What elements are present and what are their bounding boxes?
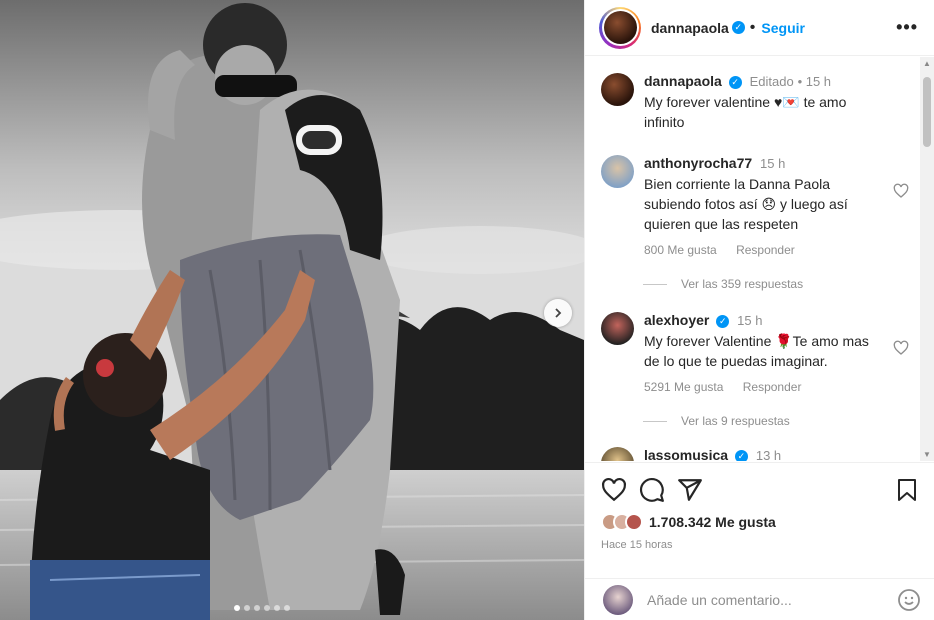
caption-time: 15 h bbox=[805, 74, 832, 89]
post-panel: dannapaola ✓ • Seguir ••• dannapaola ✓ E… bbox=[584, 0, 934, 620]
comment-like-heart-icon[interactable] bbox=[893, 183, 909, 199]
reply-button[interactable]: Responder bbox=[736, 243, 795, 257]
post-header: dannapaola ✓ • Seguir ••• bbox=[585, 0, 934, 56]
scrollbar-thumb[interactable] bbox=[923, 77, 931, 147]
avatar bbox=[603, 11, 637, 44]
avatar bbox=[603, 584, 633, 615]
comment-likes[interactable]: 5291 Me gusta bbox=[644, 380, 723, 394]
comment-input[interactable]: Añade un comentario... bbox=[647, 592, 897, 608]
avatar[interactable] bbox=[601, 312, 634, 345]
caption: dannapaola ✓ Editado • 15 h My forever v… bbox=[601, 71, 909, 132]
avatar[interactable] bbox=[601, 73, 634, 106]
carousel-dot bbox=[244, 605, 250, 611]
post-photo bbox=[0, 0, 584, 620]
comment-username[interactable]: lassomusica bbox=[644, 447, 728, 461]
comment-username[interactable]: alexhoyer bbox=[644, 312, 709, 328]
follow-button[interactable]: Seguir bbox=[761, 20, 805, 36]
liker-avatars[interactable] bbox=[601, 513, 643, 531]
comment-time: 13 h bbox=[755, 448, 782, 461]
carousel-indicator bbox=[234, 605, 290, 611]
avatar[interactable] bbox=[601, 447, 634, 461]
verified-badge-icon: ✓ bbox=[728, 75, 742, 89]
post-actions: 1.708.342 Me gusta Hace 15 horas bbox=[585, 462, 934, 551]
more-options-icon[interactable]: ••• bbox=[896, 17, 918, 38]
caption-username[interactable]: dannapaola bbox=[644, 73, 722, 89]
heart-icon[interactable] bbox=[601, 477, 627, 503]
carousel-dot bbox=[234, 605, 240, 611]
add-comment-bar: Añade un comentario... bbox=[585, 578, 934, 620]
carousel-dot bbox=[284, 605, 290, 611]
carousel-dot bbox=[264, 605, 270, 611]
likes-count[interactable]: 1.708.342 Me gusta bbox=[649, 514, 776, 530]
emoji-icon[interactable] bbox=[897, 588, 921, 612]
comment-time: 15 h bbox=[737, 313, 763, 328]
comment-item: anthonyrocha77 15 h Bien corriente la Da… bbox=[601, 153, 909, 260]
carousel-dot bbox=[274, 605, 280, 611]
verified-badge-icon: ✓ bbox=[734, 449, 748, 461]
caption-text-line2: infinito bbox=[644, 114, 685, 130]
caption-text-line1: My forever valentine ♥💌 te amo bbox=[644, 94, 847, 110]
comment-text: subiendo fotos así 😞 y luego así bbox=[644, 196, 848, 212]
bookmark-icon[interactable] bbox=[895, 477, 919, 503]
story-ring[interactable] bbox=[599, 6, 641, 49]
edited-label: Editado bbox=[749, 74, 794, 89]
view-replies-button[interactable]: Ver las 9 respuestas bbox=[643, 414, 790, 428]
header-username[interactable]: dannapaola bbox=[651, 20, 729, 36]
reply-button[interactable]: Responder bbox=[743, 380, 802, 394]
scrollbar[interactable]: ▲ ▼ bbox=[920, 57, 934, 461]
comment-icon[interactable] bbox=[639, 477, 665, 503]
view-replies-button[interactable]: Ver las 359 respuestas bbox=[643, 277, 803, 291]
post-time[interactable]: Hace 15 horas bbox=[601, 539, 919, 551]
comment-item: alexhoyer ✓ 15 h My forever Valentine 🌹T… bbox=[601, 310, 909, 397]
comment-like-heart-icon[interactable] bbox=[893, 340, 909, 356]
comment-username[interactable]: anthonyrocha77 bbox=[644, 155, 752, 171]
comment-likes[interactable]: 800 Me gusta bbox=[644, 243, 717, 257]
comment-text: Bien corriente la Danna Paola bbox=[644, 176, 831, 192]
next-slide-button[interactable] bbox=[544, 299, 572, 327]
comments-list[interactable]: dannapaola ✓ Editado • 15 h My forever v… bbox=[585, 57, 921, 461]
share-icon[interactable] bbox=[677, 477, 703, 503]
post-media[interactable] bbox=[0, 0, 584, 620]
verified-badge-icon: ✓ bbox=[716, 314, 730, 328]
comment-item: lassomusica ✓ 13 h bbox=[601, 445, 909, 461]
comment-text: de lo que te puedas imaginar. bbox=[644, 353, 828, 369]
carousel-dot bbox=[254, 605, 260, 611]
comment-time: 15 h bbox=[760, 156, 786, 171]
comment-text: quieren que las respeten bbox=[644, 216, 799, 232]
chevron-right-icon bbox=[555, 308, 562, 318]
comment-text: My forever Valentine 🌹Te amo mas bbox=[644, 333, 869, 349]
avatar[interactable] bbox=[601, 155, 634, 188]
verified-badge-icon: ✓ bbox=[731, 21, 745, 34]
